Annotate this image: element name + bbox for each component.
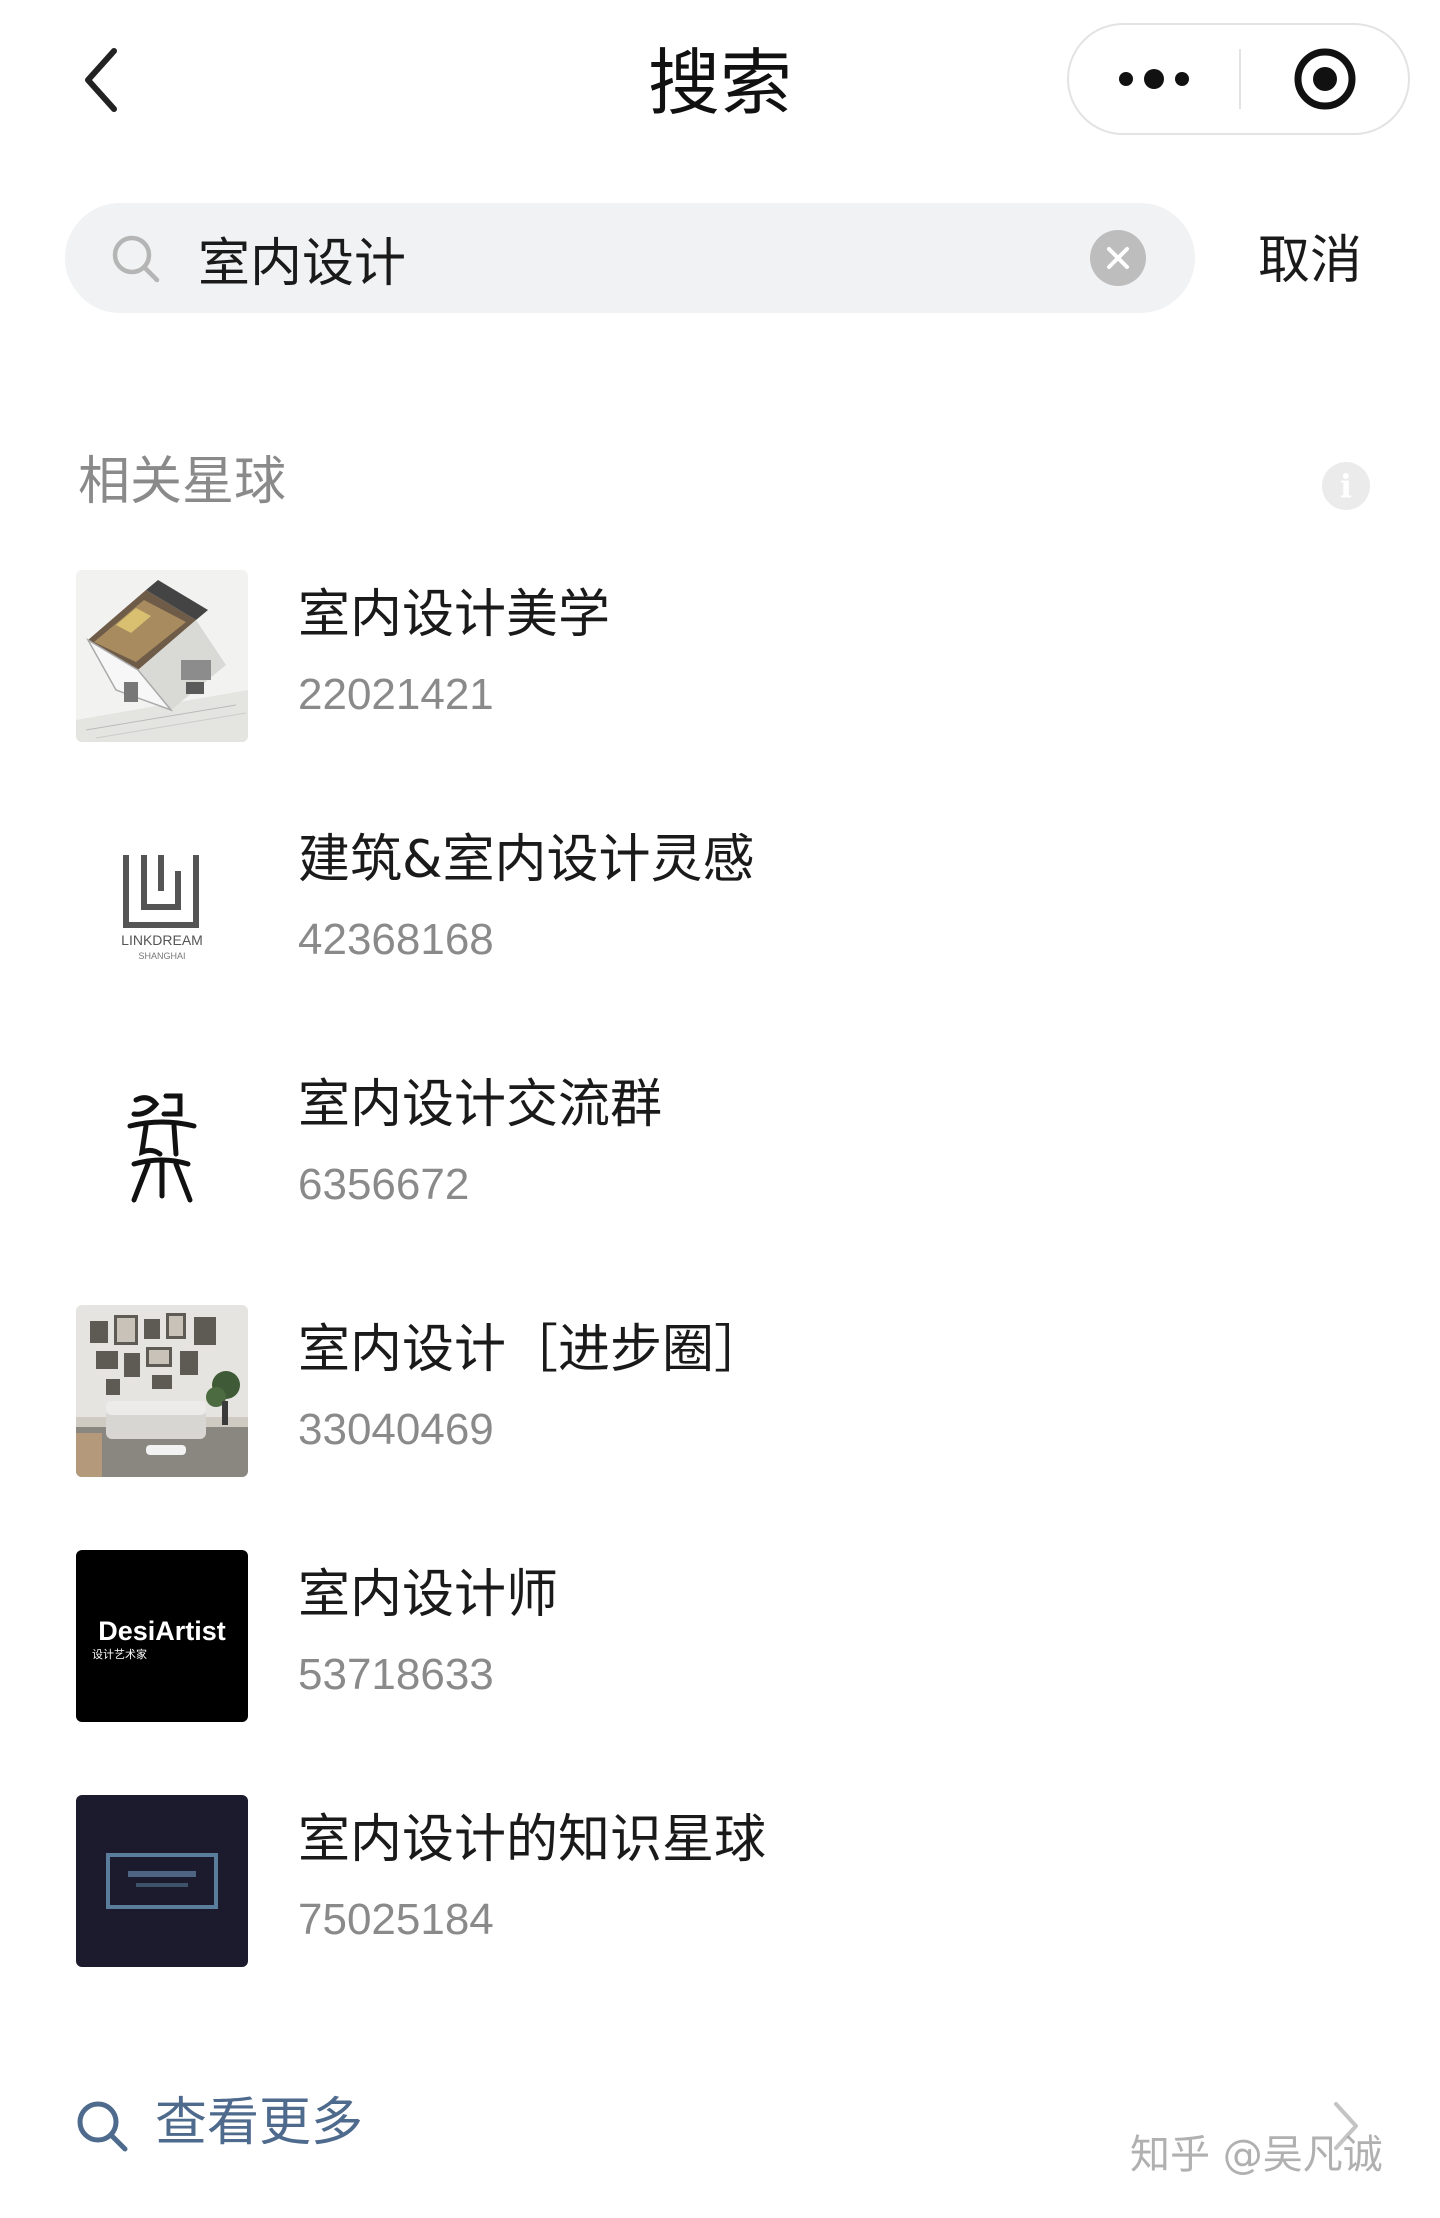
cancel-button[interactable]: 取消 bbox=[1258, 226, 1362, 296]
item-name: 室内设计师 bbox=[298, 1565, 559, 1625]
result-list: 室内设计美学 22021421 LINKDREAM SHANGHAI 建筑&室内… bbox=[0, 560, 1440, 2030]
item-id: 42368168 bbox=[298, 915, 494, 964]
list-item[interactable]: 室内设计美学 22021421 bbox=[0, 560, 1440, 805]
logo-brand-text: DesiArtist bbox=[98, 1616, 226, 1646]
back-button[interactable] bbox=[70, 40, 130, 120]
target-circle-icon bbox=[1294, 48, 1355, 110]
item-id: 75025184 bbox=[298, 1895, 494, 1944]
logo-sub-text: 设计艺术家 bbox=[92, 1647, 147, 1661]
calligraphy-logo-thumbnail bbox=[76, 1060, 248, 1232]
item-name: 室内设计美学 bbox=[298, 585, 611, 645]
item-id: 33040469 bbox=[298, 1405, 494, 1454]
more-dots-icon bbox=[1119, 69, 1189, 89]
close-mini-program-button[interactable] bbox=[1241, 25, 1408, 133]
section-title: 相关星球 bbox=[78, 452, 287, 512]
info-icon[interactable]: i bbox=[1322, 462, 1370, 510]
list-item[interactable]: DesiArtist 设计艺术家 室内设计师 53718633 bbox=[0, 1540, 1440, 1785]
item-id: 6356672 bbox=[298, 1160, 470, 1209]
chevron-left-icon bbox=[85, 48, 117, 112]
see-more-label: 查看更多 bbox=[155, 2093, 364, 2153]
item-name: 建筑&室内设计灵感 bbox=[298, 830, 755, 890]
search-icon bbox=[112, 235, 160, 283]
item-name: 室内设计的知识星球 bbox=[298, 1810, 767, 1870]
list-item[interactable]: 室内设计交流群 6356672 bbox=[0, 1050, 1440, 1295]
mini-program-capsule bbox=[1067, 23, 1410, 135]
desiartist-logo-thumbnail: DesiArtist 设计艺术家 bbox=[76, 1550, 248, 1722]
search-icon bbox=[77, 2101, 128, 2152]
item-id: 53718633 bbox=[298, 1650, 494, 1699]
nav-bar: 搜索 bbox=[0, 0, 1440, 170]
house-cutaway-thumbnail bbox=[76, 570, 248, 742]
living-room-photo-thumbnail bbox=[76, 1305, 248, 1477]
list-item[interactable]: 室内设计［进步圈］ 33040469 bbox=[0, 1295, 1440, 1540]
more-button[interactable] bbox=[1069, 25, 1239, 133]
list-item[interactable]: 室内设计的知识星球 75025184 bbox=[0, 1785, 1440, 2030]
item-id: 22021421 bbox=[298, 670, 494, 719]
close-icon bbox=[1107, 247, 1129, 269]
search-input[interactable] bbox=[198, 221, 1098, 295]
item-name: 室内设计交流群 bbox=[298, 1075, 663, 1135]
dark-frame-logo-thumbnail bbox=[76, 1795, 248, 1967]
watermark: 知乎 @吴凡诚 bbox=[1130, 2132, 1383, 2178]
clear-search-button[interactable] bbox=[1090, 230, 1146, 286]
list-item[interactable]: LINKDREAM SHANGHAI 建筑&室内设计灵感 42368168 bbox=[0, 805, 1440, 1050]
search-box bbox=[65, 203, 1195, 313]
logo-text-line2: SHANGHAI bbox=[138, 951, 185, 961]
linkdream-logo-thumbnail: LINKDREAM SHANGHAI bbox=[76, 815, 248, 987]
logo-text-line1: LINKDREAM bbox=[121, 932, 203, 948]
item-name: 室内设计［进步圈］ bbox=[298, 1320, 767, 1380]
